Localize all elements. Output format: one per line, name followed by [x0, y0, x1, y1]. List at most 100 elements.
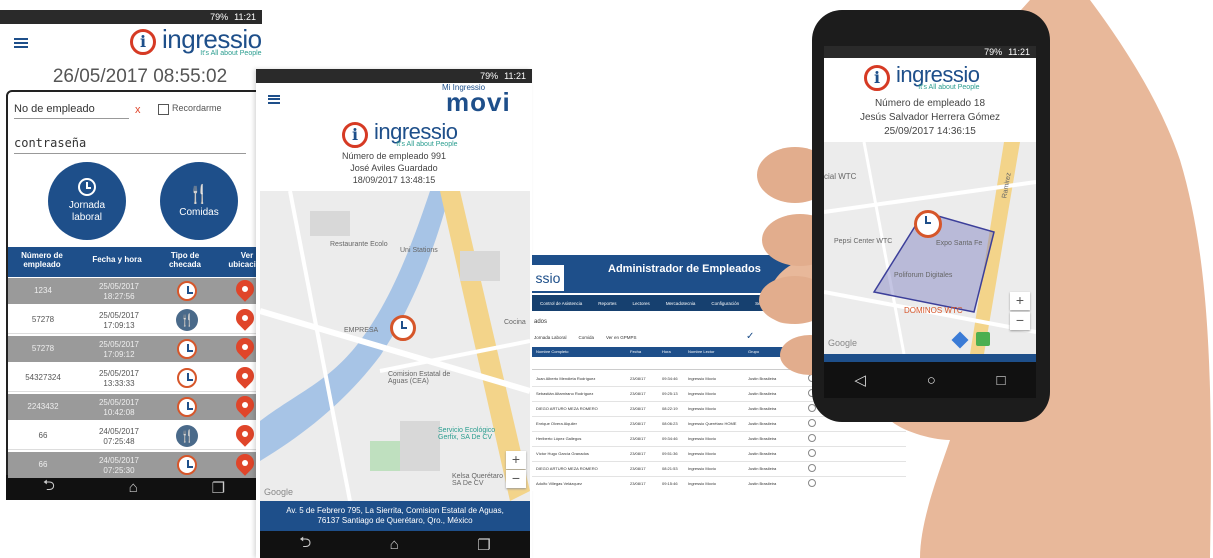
cell: Heriberto López Gallegos — [536, 436, 582, 441]
comidas-button[interactable]: 🍴 Comidas — [160, 162, 238, 240]
back-icon[interactable]: ◁ — [854, 371, 866, 389]
row-time: 18:27:56 — [103, 292, 135, 301]
row-employee-id: 57278 — [31, 344, 55, 353]
location-pin-icon[interactable] — [232, 392, 258, 418]
location-pin-icon[interactable] — [232, 334, 258, 360]
clock-icon — [177, 368, 197, 388]
menu-icon[interactable] — [268, 95, 280, 104]
row-employee-id: 66 — [38, 431, 48, 440]
row-time: 10:42:08 — [103, 408, 135, 417]
col-datetime: Fecha y hora — [92, 255, 142, 264]
col-hora: Hora — [662, 349, 671, 354]
table-row[interactable]: 66 24/05/2017 07:25:30 — [8, 450, 258, 478]
cell: DIEGO ARTURO MEZA ROMERO — [536, 406, 598, 411]
check-datetime: 25/09/2017 14:36:15 — [884, 126, 976, 137]
back-icon[interactable]: ⮌ — [299, 532, 311, 557]
zoom-out-button[interactable]: − — [506, 470, 526, 488]
table-header: Número de empleado Fecha y hora Tipo de … — [8, 247, 262, 277]
row-date: 25/05/2017 — [98, 398, 140, 407]
row-employee-id: 2243432 — [27, 402, 59, 411]
table-row[interactable]: 57278 25/05/2017 17:09:13 🍴 — [8, 305, 258, 334]
status-bar: 79% 11:21 — [824, 46, 1036, 58]
location-marker-clock-icon[interactable] — [390, 315, 416, 341]
address-text: Av. 5 de Febrero 795, La Sierrita, Comis… — [286, 506, 504, 525]
zoom-in-button[interactable]: + — [506, 451, 526, 469]
google-maps-icon[interactable] — [976, 332, 990, 346]
location-pin-icon[interactable] — [232, 421, 258, 447]
zoom-in-button[interactable]: + — [1010, 292, 1030, 310]
back-icon[interactable]: ⮌ — [43, 475, 55, 500]
clock-icon — [177, 339, 197, 359]
menu-reportes[interactable]: Reportes — [598, 301, 616, 306]
clear-input-icon[interactable]: x — [135, 104, 141, 116]
cell: Víctor Hugo García Granados — [536, 451, 589, 456]
map-view[interactable]: cial WTC Pepsi Center WTC Expo Santa Fe … — [824, 142, 1036, 354]
menu-mercadotecnia[interactable]: Mercadotecnia — [666, 301, 696, 306]
legend: Jornada Laboral Comida Ver en GPMPS — [534, 335, 637, 340]
logo-i-icon: i — [864, 64, 890, 91]
brand-logo: i ingressio It's All about People — [130, 26, 262, 57]
remember-checkbox[interactable] — [158, 104, 169, 115]
cell: 09:34:46 — [662, 436, 678, 441]
employee-number-input[interactable]: No de empleado — [14, 103, 129, 119]
legend-comida: Comida — [578, 335, 595, 340]
row-time: 17:09:12 — [103, 350, 135, 359]
menu-control-asistencia[interactable]: Control de Asistencia — [540, 301, 582, 306]
home-icon[interactable]: ○ — [927, 372, 936, 389]
cell: 08:22:19 — [662, 406, 678, 411]
map-label: Pepsi Center WTC — [834, 238, 893, 245]
recents-icon[interactable]: ❐ — [477, 536, 490, 554]
cell: Ingressio Querétaro HOME — [688, 421, 737, 426]
cell: 23/08/17 — [630, 451, 646, 456]
menu-configuracion[interactable]: Configuración — [711, 301, 739, 306]
map-label: cial WTC — [824, 172, 857, 181]
table-row[interactable]: 1234 25/05/2017 18:27:56 — [8, 276, 258, 304]
jornada-button[interactable]: Jornada laboral — [48, 162, 126, 240]
admin-title: Administrador de Empleados — [608, 263, 761, 275]
legend-jornada: Jornada Laboral — [534, 335, 567, 340]
map-label: Comision Estatal de Aguas (CEA) — [388, 371, 451, 385]
location-pin-icon[interactable] — [232, 305, 258, 331]
google-watermark: Google — [828, 338, 858, 348]
password-input[interactable]: contraseña — [14, 136, 246, 154]
row-date: 25/05/2017 — [98, 340, 140, 349]
brand-name: ingressio — [896, 62, 980, 87]
location-pin-icon[interactable] — [232, 363, 258, 389]
brand-logo: i ingressio It's All about People — [864, 64, 980, 91]
col-type: Tipo de checada — [168, 251, 202, 269]
location-pin-icon[interactable] — [232, 450, 258, 476]
menu-lectores[interactable]: Lectores — [633, 301, 650, 306]
table-row[interactable]: 57278 25/05/2017 17:09:12 — [8, 334, 258, 362]
cell: 08:06:23 — [662, 421, 678, 426]
cell: 23/08/17 — [630, 376, 646, 381]
cell: 09:51:36 — [662, 451, 678, 456]
home-icon[interactable]: ⌂ — [129, 479, 138, 496]
recents-icon[interactable]: □ — [997, 372, 1006, 389]
address-bar: Av. 5 de Febrero 795, La Sierrita, Comis… — [260, 501, 530, 531]
recents-icon[interactable]: ❐ — [212, 479, 225, 497]
cell: 08:21:53 — [662, 466, 678, 471]
cell: Adolfo Villegas Velázquez — [536, 481, 582, 486]
col-fecha: Fecha — [630, 349, 642, 354]
row-employee-id: 1234 — [34, 286, 52, 295]
zoom-out-button[interactable]: − — [1010, 312, 1030, 330]
row-time: 13:33:33 — [103, 379, 135, 388]
table-row[interactable]: 2243432 25/05/2017 10:42:08 — [8, 392, 258, 420]
brand-name: ingressio — [162, 24, 262, 54]
clock-icon — [177, 397, 197, 417]
map-view[interactable]: Restaurante Ecolo Uni Stations EMPRESA C… — [260, 191, 530, 501]
battery-indicator: 79% — [210, 12, 229, 22]
table-row[interactable]: 54327324 25/05/2017 13:33:33 — [8, 363, 258, 392]
menu-icon[interactable] — [14, 38, 28, 48]
status-bar: 79% 11:21 — [0, 10, 262, 24]
row-date: 24/05/2017 — [98, 427, 140, 436]
location-pin-icon[interactable] — [232, 276, 258, 302]
location-marker-clock-icon[interactable] — [914, 210, 942, 238]
table-row[interactable]: 66 24/05/2017 07:25:48 🍴 — [8, 421, 258, 450]
row-time: 07:25:30 — [103, 466, 135, 475]
map-label: Kelsa Querétaro SA De CV — [452, 473, 503, 487]
home-icon[interactable]: ⌂ — [390, 536, 399, 553]
cell: 23/08/17 — [630, 391, 646, 396]
cell: DIEGO ARTURO MEZA ROMERO — [536, 466, 598, 471]
map-label: Servicio Ecológico Gerfix, SA De CV — [438, 427, 496, 441]
